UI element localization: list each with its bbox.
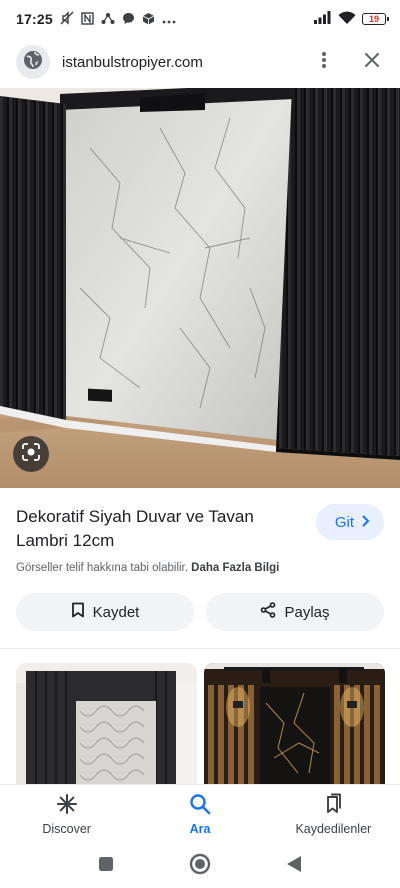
globe-icon <box>23 50 43 75</box>
asterisk-icon <box>56 793 78 818</box>
copyright-text: Görseller telif hakkına tabi olabilir. <box>16 562 188 574</box>
close-icon <box>364 52 380 73</box>
visit-label: Git <box>334 513 354 531</box>
status-time: 17:25 <box>16 11 53 27</box>
share-button[interactable]: Paylaş <box>206 593 384 631</box>
status-left: 17:25 <box>16 11 176 27</box>
nav-item-search[interactable]: Ara <box>133 785 266 844</box>
nav-item-discover[interactable]: Discover <box>0 785 133 844</box>
recents-button[interactable] <box>94 854 118 878</box>
more-options-button[interactable] <box>312 50 336 74</box>
bookmark-icon <box>71 602 85 622</box>
related-image-1[interactable] <box>16 663 197 788</box>
bookmarks-icon <box>322 793 344 818</box>
battery-level: 19 <box>368 14 379 24</box>
status-bar: 17:25 19 <box>0 0 400 38</box>
copyright-notice: Görseller telif hakkına tabi olabilir. D… <box>16 562 279 574</box>
share-label: Paylaş <box>284 603 330 621</box>
nav-label-discover: Discover <box>42 822 91 836</box>
visit-button[interactable]: Git <box>315 504 384 540</box>
more-dots-icon <box>162 13 176 26</box>
battery-icon: 19 <box>362 13 389 25</box>
vertical-dots-icon <box>322 51 326 74</box>
wifi-icon <box>338 11 356 28</box>
search-icon <box>189 793 211 818</box>
nav-item-saved[interactable]: Kaydedilenler <box>267 785 400 844</box>
related-image-1-illustration <box>16 663 197 788</box>
nav-label-saved: Kaydedilenler <box>295 822 372 836</box>
home-button[interactable] <box>188 853 212 880</box>
bottom-navigation: Discover Ara Kaydedilenler <box>0 784 400 844</box>
status-right: 19 <box>314 11 389 28</box>
share-icon <box>260 602 276 622</box>
chat-bubble-icon <box>122 12 135 27</box>
signal-icon <box>314 11 332 27</box>
main-image[interactable] <box>0 88 400 488</box>
close-button[interactable] <box>360 50 384 74</box>
section-divider <box>0 648 400 649</box>
lens-search-button[interactable] <box>13 436 49 472</box>
share-network-icon <box>101 12 115 27</box>
save-label: Kaydet <box>92 603 140 621</box>
url-domain[interactable]: istanbulstropiyer.com <box>62 54 203 71</box>
back-button[interactable] <box>282 854 306 878</box>
system-navigation-bar <box>0 844 400 888</box>
cube-icon <box>142 12 155 27</box>
chevron-right-icon <box>362 514 370 531</box>
result-title: Dekoratif Siyah Duvar ve Tavan Lambri 12… <box>16 507 254 550</box>
nav-label-search: Ara <box>189 822 211 836</box>
site-favicon <box>16 45 50 79</box>
save-button[interactable]: Kaydet <box>16 593 194 631</box>
url-bar: istanbulstropiyer.com <box>0 38 400 86</box>
n-badge-icon <box>81 11 94 27</box>
related-image-2[interactable] <box>204 663 385 788</box>
more-info-link[interactable]: Daha Fazla Bilgi <box>191 562 279 574</box>
back-triangle-icon <box>286 855 302 878</box>
lens-icon <box>21 442 41 467</box>
related-image-2-illustration <box>204 663 385 788</box>
home-circle-icon <box>189 853 211 880</box>
mute-icon <box>60 11 74 27</box>
square-icon <box>98 856 114 877</box>
main-image-illustration <box>0 88 400 488</box>
